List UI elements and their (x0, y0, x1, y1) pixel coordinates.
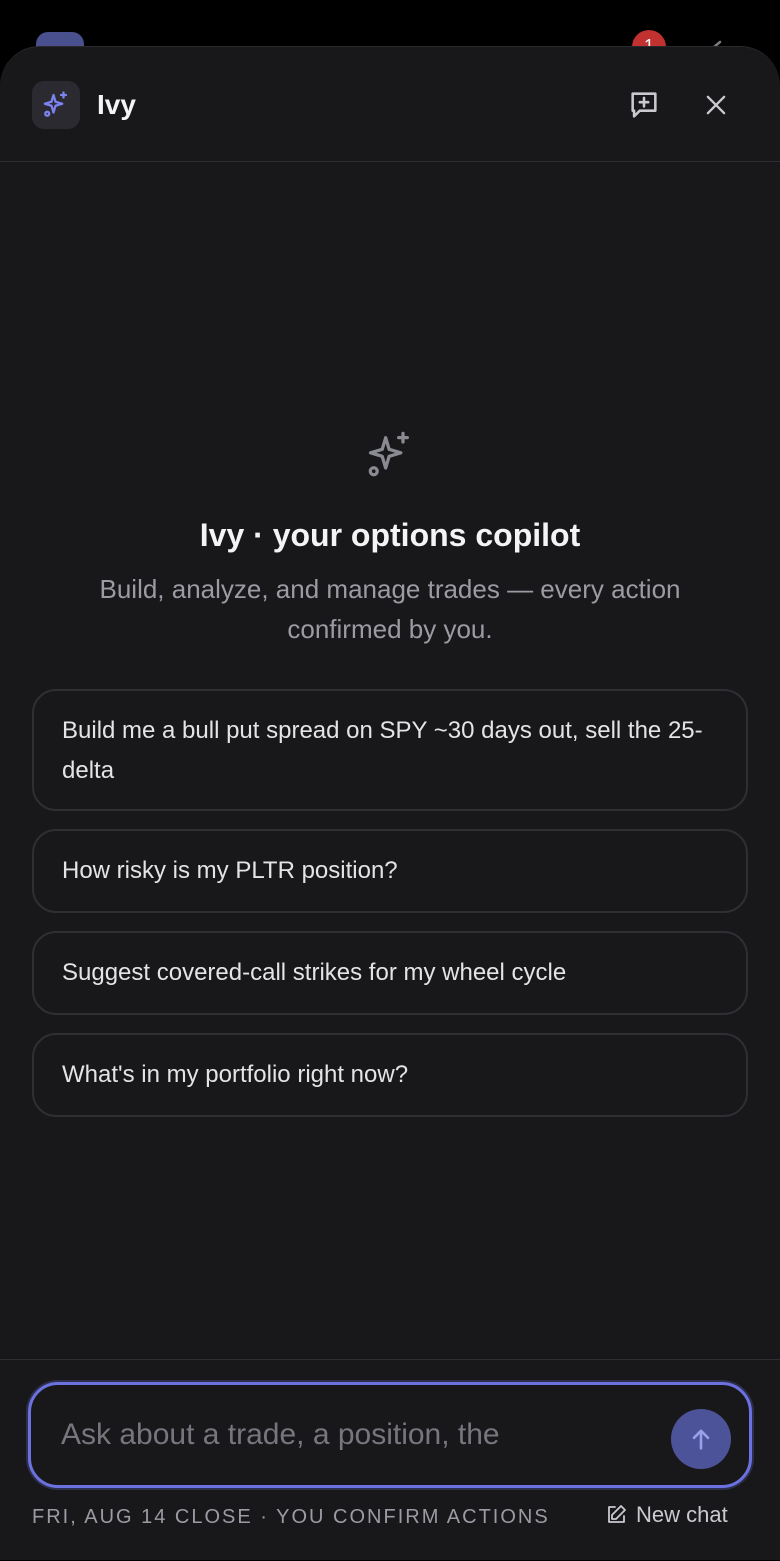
chat-input[interactable] (61, 1407, 641, 1463)
hero-sparkles-icon (364, 429, 416, 481)
sheet-header: Ivy (0, 47, 780, 162)
new-chat-label: New chat (636, 1502, 728, 1527)
suggestion-chip[interactable]: What's in my portfolio right now? (32, 1033, 748, 1117)
hero-title: Ivy · your options copilot (199, 517, 581, 553)
suggestion-list: Build me a bull put spread on SPY ~30 da… (32, 689, 748, 1135)
assistant-sheet: Ivy Ivy · your options copilot Build, an… (0, 46, 780, 1560)
app-logo (32, 81, 80, 129)
suggestion-chip[interactable]: Suggest covered-call strikes for my whee… (32, 931, 748, 1015)
chat-input-wrapper (28, 1382, 752, 1488)
edit-icon (608, 1505, 626, 1523)
sparkles-icon (43, 91, 68, 117)
app-title: Ivy (97, 89, 136, 120)
suggestion-chip[interactable]: How risky is my PLTR position? (32, 829, 748, 913)
new-chat-link[interactable]: New chat (604, 1502, 728, 1528)
hero-subtitle: Build, analyze, and manage trades — ever… (99, 574, 681, 644)
composer: FRI, AUG 14 CLOSE · YOU CONFIRM ACTIONS … (0, 1359, 780, 1561)
close-icon (706, 95, 726, 115)
new-chat-button[interactable] (624, 85, 664, 125)
send-button[interactable] (671, 1409, 731, 1469)
status-text: FRI, AUG 14 CLOSE · YOU CONFIRM ACTIONS (32, 1506, 550, 1528)
new-chat-icon (631, 92, 657, 118)
close-button[interactable] (696, 85, 736, 125)
suggestion-chip[interactable]: Build me a bull put spread on SPY ~30 da… (32, 689, 748, 811)
arrow-up-icon (692, 1429, 710, 1450)
